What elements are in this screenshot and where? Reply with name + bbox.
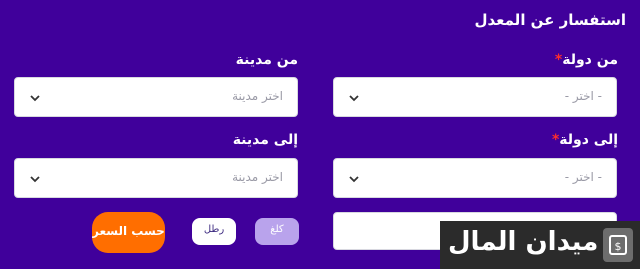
calculate-price-button[interactable]: احسب السعر — [92, 212, 165, 253]
from-country-label-text: من دولة — [562, 52, 618, 68]
from-city-label: من مدينة — [235, 52, 298, 68]
unit-ratl-button[interactable]: رطل — [192, 218, 236, 245]
from-city-select[interactable]: اختر مدينة — [14, 77, 298, 117]
money-badge-icon: $ — [603, 228, 633, 262]
to-country-select[interactable]: - اختر - — [333, 158, 617, 198]
watermark-text: ميدان المال — [448, 227, 599, 257]
to-city-select[interactable]: اختر مدينة — [14, 158, 298, 198]
from-country-placeholder: - اختر - — [564, 89, 602, 103]
from-country-label: *من دولة — [551, 52, 618, 68]
unit-kg-button[interactable]: كلغ — [255, 218, 299, 245]
chevron-down-icon — [349, 95, 359, 102]
watermark-logo: ميدان المال $ — [440, 221, 640, 269]
to-country-label: *إلى دولة — [548, 132, 618, 148]
to-city-label: إلى مدينة — [232, 132, 298, 148]
form-title: استفسار عن المعدل — [474, 11, 626, 29]
to-country-label-text: إلى دولة — [559, 132, 618, 148]
chevron-down-icon — [30, 95, 40, 102]
to-country-placeholder: - اختر - — [564, 170, 602, 184]
chevron-down-icon — [30, 176, 40, 183]
chevron-down-icon — [349, 176, 359, 183]
from-country-select[interactable]: - اختر - — [333, 77, 617, 117]
to-city-placeholder: اختر مدينة — [232, 170, 283, 184]
from-city-placeholder: اختر مدينة — [232, 89, 283, 103]
svg-text:$: $ — [615, 240, 622, 253]
